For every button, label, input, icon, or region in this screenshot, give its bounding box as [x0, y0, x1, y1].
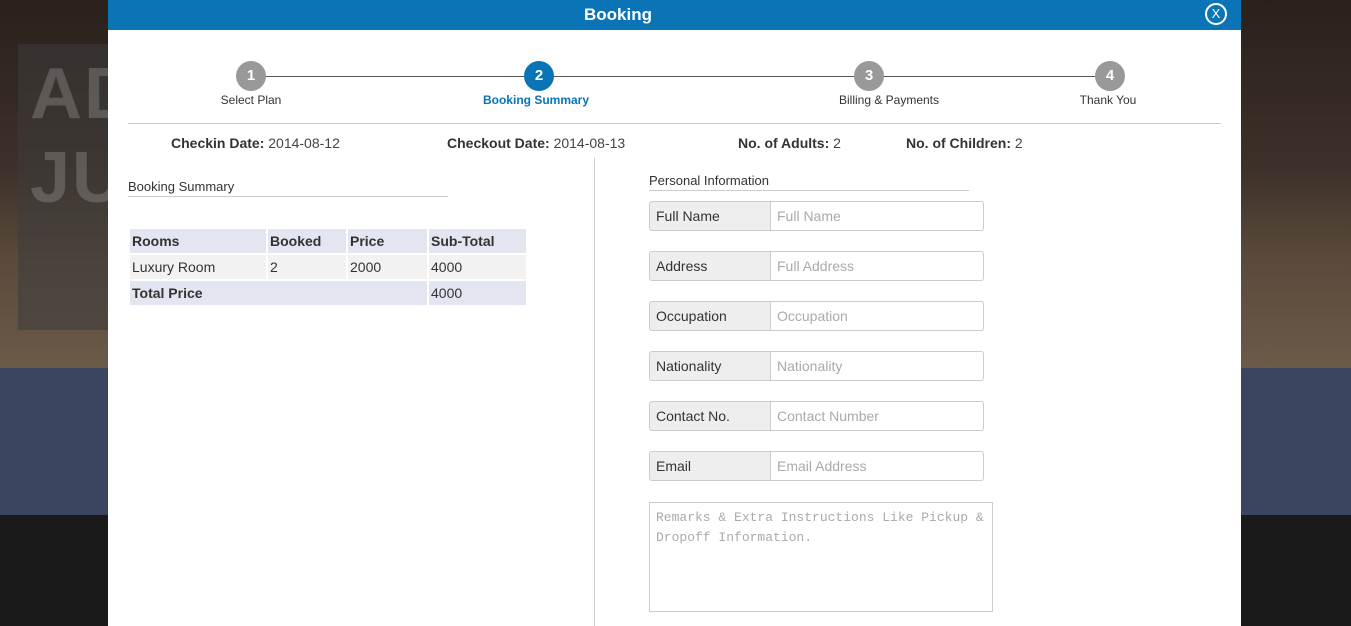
checkin-info: Checkin Date: 2014-08-12: [171, 135, 340, 151]
cell-room: Luxury Room: [130, 255, 266, 279]
personal-info-title: Personal Information: [649, 173, 969, 191]
nationality-row: Nationality: [649, 351, 984, 381]
full-name-row: Full Name: [649, 201, 984, 231]
close-button[interactable]: X: [1205, 3, 1227, 25]
step-1-circle[interactable]: 1: [236, 61, 266, 91]
modal-header: Booking X: [108, 0, 1241, 30]
contact-label: Contact No.: [649, 401, 771, 431]
email-row: Email: [649, 451, 984, 481]
booking-summary-title: Booking Summary: [128, 179, 448, 197]
children-label: No. of Children:: [906, 135, 1011, 151]
step-4-label: Thank You: [1079, 93, 1137, 107]
step-1-label: Select Plan: [220, 93, 282, 107]
total-label: Total Price: [130, 281, 427, 305]
occupation-row: Occupation: [649, 301, 984, 331]
cell-price: 2000: [348, 255, 427, 279]
checkin-label: Checkin Date:: [171, 135, 265, 151]
step-3-circle[interactable]: 3: [854, 61, 884, 91]
table-row: Luxury Room 2 2000 4000: [130, 255, 526, 279]
adults-value: 2: [833, 135, 841, 151]
column-divider: [594, 158, 595, 626]
address-label: Address: [649, 251, 771, 281]
cell-booked: 2: [268, 255, 346, 279]
step-2-circle[interactable]: 2: [524, 61, 554, 91]
header-booked: Booked: [268, 229, 346, 253]
contact-row: Contact No.: [649, 401, 984, 431]
step-4-circle[interactable]: 4: [1095, 61, 1125, 91]
total-value: 4000: [429, 281, 526, 305]
checkout-value: 2014-08-13: [553, 135, 626, 151]
checkout-info: Checkout Date: 2014-08-13: [447, 135, 625, 151]
header-rooms: Rooms: [130, 229, 266, 253]
occupation-input[interactable]: [770, 301, 984, 331]
header-subtotal: Sub-Total: [429, 229, 526, 253]
contact-input[interactable]: [770, 401, 984, 431]
checkin-value: 2014-08-12: [268, 135, 340, 151]
table-header-row: Rooms Booked Price Sub-Total: [130, 229, 526, 253]
booking-modal: Booking X 1 Select Plan 2 Booking Summar…: [108, 0, 1241, 626]
occupation-label: Occupation: [649, 301, 771, 331]
header-price: Price: [348, 229, 427, 253]
remarks-textarea[interactable]: [649, 502, 993, 612]
full-name-input[interactable]: [770, 201, 984, 231]
address-input[interactable]: [770, 251, 984, 281]
email-label: Email: [649, 451, 771, 481]
table-total-row: Total Price 4000: [130, 281, 526, 305]
children-value: 2: [1014, 135, 1023, 151]
cell-subtotal: 4000: [429, 255, 526, 279]
step-3-label: Billing & Payments: [838, 93, 940, 107]
address-row: Address: [649, 251, 984, 281]
step-2-label: Booking Summary: [482, 93, 590, 107]
email-input[interactable]: [770, 451, 984, 481]
adults-label: No. of Adults:: [738, 135, 830, 151]
modal-title: Booking: [584, 5, 652, 24]
adults-info: No. of Adults: 2: [738, 135, 841, 151]
checkout-label: Checkout Date:: [447, 135, 550, 151]
nationality-input[interactable]: [770, 351, 984, 381]
stepper-line: [251, 76, 1110, 77]
children-info: No. of Children: 2: [906, 135, 1023, 151]
header-divider: [128, 123, 1221, 124]
nationality-label: Nationality: [649, 351, 771, 381]
full-name-label: Full Name: [649, 201, 771, 231]
booking-summary-table: Rooms Booked Price Sub-Total Luxury Room…: [128, 227, 528, 307]
